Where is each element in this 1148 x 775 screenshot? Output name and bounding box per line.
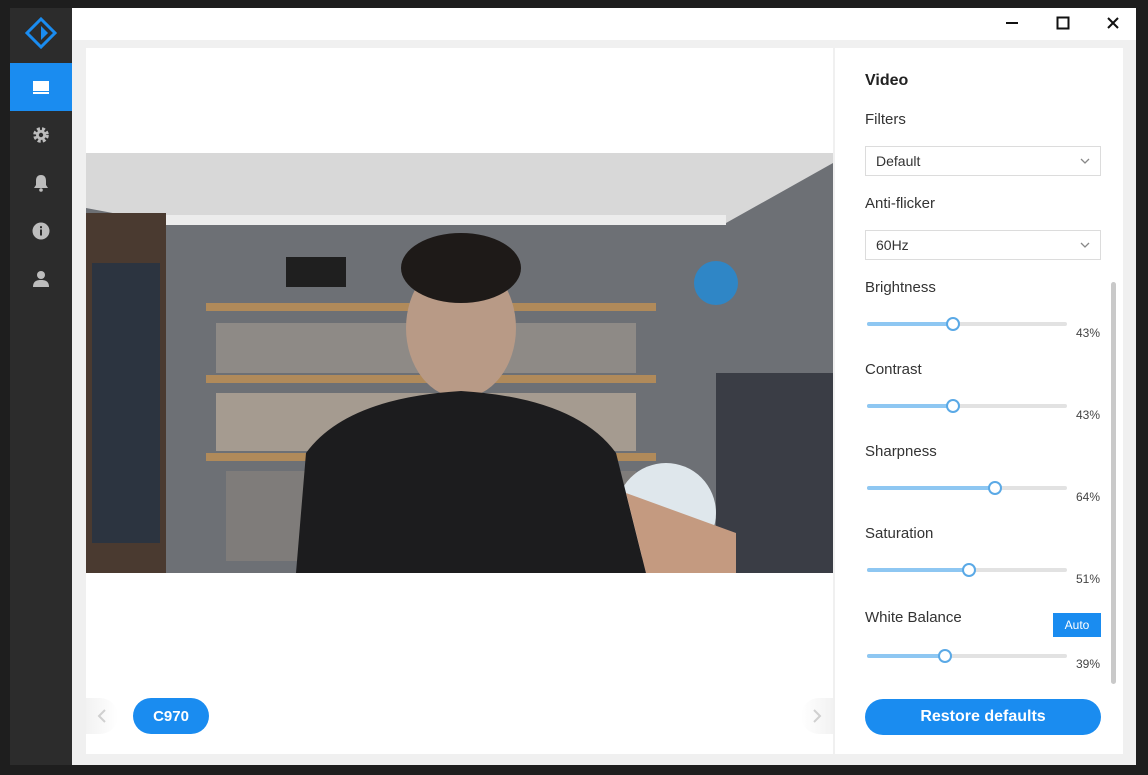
contrast-slider-thumb[interactable]	[946, 399, 960, 413]
info-icon	[32, 222, 50, 240]
sidebar	[10, 8, 72, 765]
sidebar-item-settings[interactable]	[10, 111, 72, 159]
camera-feed	[86, 153, 833, 573]
minimize-icon	[1006, 22, 1018, 24]
brightness-label: Brightness	[865, 279, 936, 296]
saturation-slider[interactable]	[867, 562, 1067, 578]
sidebar-item-notifications[interactable]	[10, 159, 72, 207]
sharpness-value: 64%	[1076, 490, 1101, 504]
sidebar-item-info[interactable]	[10, 207, 72, 255]
restore-defaults-button[interactable]: Restore defaults	[865, 699, 1101, 735]
next-device-button[interactable]	[801, 698, 833, 734]
close-icon	[1107, 17, 1119, 29]
chevron-down-icon	[1080, 158, 1090, 164]
antiflicker-label: Anti-flicker	[865, 195, 936, 212]
camera-preview-area: C970	[86, 48, 833, 754]
camera-feed-image	[86, 153, 833, 573]
display-icon	[33, 81, 49, 94]
brightness-slider-thumb[interactable]	[946, 317, 960, 331]
app-logo	[25, 17, 57, 49]
white-balance-auto-button[interactable]: Auto	[1053, 613, 1101, 637]
device-label[interactable]: C970	[133, 698, 209, 734]
close-button[interactable]	[1088, 8, 1136, 38]
filters-value: Default	[876, 153, 921, 169]
video-settings-panel: Video Filters Default Anti-flicker 60Hz …	[835, 48, 1123, 754]
white-balance-label: White Balance	[865, 609, 962, 626]
sidebar-item-account[interactable]	[10, 255, 72, 303]
white-balance-value: 39%	[1076, 657, 1101, 671]
gear-icon	[33, 127, 49, 143]
white-balance-slider[interactable]	[867, 648, 1067, 664]
chevron-left-icon	[97, 709, 106, 723]
white-balance-slider-thumb[interactable]	[938, 649, 952, 663]
sharpness-slider-thumb[interactable]	[988, 481, 1002, 495]
saturation-slider-thumb[interactable]	[962, 563, 976, 577]
contrast-slider[interactable]	[867, 398, 1067, 414]
saturation-label: Saturation	[865, 525, 934, 542]
contrast-value: 43%	[1076, 408, 1101, 422]
sharpness-slider[interactable]	[867, 480, 1067, 496]
maximize-button[interactable]	[1038, 8, 1088, 38]
antiflicker-value: 60Hz	[876, 237, 909, 253]
previous-device-button[interactable]	[86, 698, 118, 734]
minimize-button[interactable]	[987, 8, 1037, 38]
brightness-slider[interactable]	[867, 316, 1067, 332]
title-bar	[72, 8, 1136, 40]
sharpness-label: Sharpness	[865, 443, 937, 460]
app-window: C970 Video Filters Default Anti-flicker …	[10, 8, 1136, 765]
maximize-icon	[1056, 16, 1070, 30]
saturation-value: 51%	[1076, 572, 1101, 586]
bell-icon	[34, 175, 48, 192]
sidebar-item-video[interactable]	[10, 63, 72, 111]
panel-scrollbar[interactable]	[1111, 282, 1116, 684]
user-icon	[33, 271, 49, 287]
chevron-down-icon	[1080, 242, 1090, 248]
chevron-right-icon	[813, 709, 822, 723]
filters-select[interactable]: Default	[865, 146, 1101, 176]
brightness-value: 43%	[1076, 326, 1101, 340]
filters-label: Filters	[865, 111, 906, 128]
contrast-label: Contrast	[865, 361, 922, 378]
antiflicker-select[interactable]: 60Hz	[865, 230, 1101, 260]
panel-title: Video	[865, 72, 909, 89]
